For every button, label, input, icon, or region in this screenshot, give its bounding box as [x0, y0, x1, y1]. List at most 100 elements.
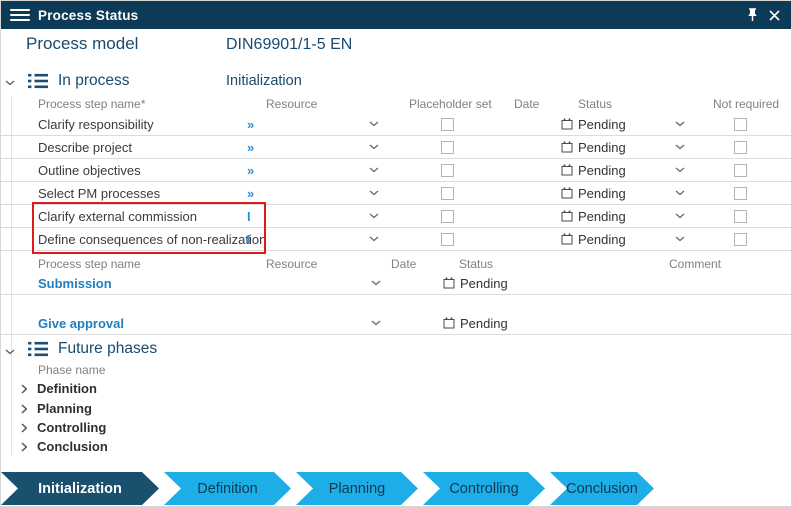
- placeholder-set-checkbox[interactable]: [441, 232, 454, 246]
- placeholder-set-checkbox[interactable]: [441, 186, 454, 200]
- resource-link[interactable]: »: [247, 182, 254, 204]
- ribbon-segment-controlling[interactable]: Controlling: [423, 472, 545, 505]
- phase-row: Controlling: [1, 418, 301, 437]
- collapse-chevron-icon[interactable]: [5, 346, 19, 358]
- not-required-checkbox[interactable]: [734, 163, 747, 177]
- col-header-step-name: Process step name*: [38, 97, 146, 111]
- resource-link[interactable]: I: [247, 205, 251, 227]
- placeholder-set-checkbox[interactable]: [441, 140, 454, 154]
- status-value: Pending: [578, 162, 626, 178]
- expand-chevron-icon[interactable]: [21, 403, 28, 414]
- status-value: Pending: [578, 231, 626, 247]
- chevron-down-icon[interactable]: [369, 159, 379, 181]
- list-icon: [28, 73, 48, 94]
- calendar-icon[interactable]: [561, 118, 573, 130]
- status-value: Pending: [578, 139, 626, 155]
- expand-chevron-icon[interactable]: [21, 441, 28, 452]
- process-status-panel: Process Status Process model DIN69901/1-…: [0, 0, 792, 507]
- process-step-name: Outline objectives: [38, 162, 141, 178]
- chevron-down-icon[interactable]: [369, 228, 379, 250]
- process-model-value: DIN69901/1-5 EN: [226, 36, 353, 53]
- process-step-name: Clarify responsibility: [38, 116, 154, 132]
- phase-ribbon: Initialization Definition Planning Contr…: [1, 472, 792, 505]
- close-icon[interactable]: [763, 4, 785, 26]
- chevron-down-icon[interactable]: [369, 136, 379, 158]
- ribbon-segment-initialization[interactable]: Initialization: [1, 472, 159, 505]
- col-header-phase-name: Phase name: [38, 363, 106, 377]
- expand-chevron-icon[interactable]: [21, 383, 28, 394]
- table-row: Describe project » Pending: [1, 136, 791, 159]
- calendar-icon[interactable]: [561, 187, 573, 199]
- col-header-date: Date: [514, 97, 540, 111]
- window-title: Process Status: [38, 7, 139, 23]
- chevron-down-icon[interactable]: [675, 113, 685, 135]
- process-step-name: Define consequences of non-realization: [38, 231, 267, 247]
- ribbon-segment-definition[interactable]: Definition: [164, 472, 291, 505]
- phase-row: Definition: [1, 379, 301, 398]
- process-step-name: Select PM processes: [38, 185, 161, 201]
- resource-link[interactable]: »: [247, 136, 254, 158]
- pin-icon[interactable]: [741, 4, 763, 26]
- submission-link[interactable]: Submission: [38, 272, 112, 294]
- col-header-status: Status: [459, 257, 494, 271]
- chevron-down-icon[interactable]: [675, 182, 685, 204]
- col-header-status: Status: [578, 97, 613, 111]
- chevron-down-icon[interactable]: [675, 136, 685, 158]
- process-step-name: Clarify external commission: [38, 208, 197, 224]
- chevron-down-icon[interactable]: [369, 113, 379, 135]
- expand-chevron-icon[interactable]: [21, 422, 28, 433]
- section-title-in-process: In process: [58, 72, 130, 89]
- placeholder-set-checkbox[interactable]: [441, 117, 454, 131]
- col-header-not-required: Not required: [713, 97, 780, 111]
- calendar-icon[interactable]: [561, 233, 573, 245]
- calendar-icon[interactable]: [443, 277, 455, 289]
- status-value: Pending: [460, 275, 508, 291]
- col-header-step-name: Process step name: [38, 257, 141, 271]
- phase-name: Controlling: [37, 420, 107, 435]
- calendar-icon[interactable]: [443, 317, 455, 329]
- chevron-down-icon[interactable]: [369, 205, 379, 227]
- table-row: Submission Pending: [1, 272, 791, 295]
- list-icon: [28, 341, 48, 362]
- col-header-comment: Comment: [669, 257, 722, 271]
- placeholder-set-checkbox[interactable]: [441, 163, 454, 177]
- not-required-checkbox[interactable]: [734, 140, 747, 154]
- col-header-resource: Resource: [266, 97, 318, 111]
- title-bar: Process Status: [1, 1, 791, 29]
- table-row-highlighted: Clarify external commission I Pending: [1, 205, 791, 228]
- col-header-placeholder-set: Placeholder set: [409, 97, 492, 111]
- current-phase-label: Initialization: [226, 73, 302, 89]
- give-approval-link[interactable]: Give approval: [38, 312, 124, 334]
- not-required-checkbox[interactable]: [734, 232, 747, 246]
- chevron-down-icon[interactable]: [371, 312, 381, 334]
- resource-link[interactable]: »: [247, 113, 254, 135]
- table-row: Outline objectives » Pending: [1, 159, 791, 182]
- status-value: Pending: [578, 185, 626, 201]
- not-required-checkbox[interactable]: [734, 117, 747, 131]
- resource-link[interactable]: I: [247, 228, 251, 250]
- col-header-resource: Resource: [266, 257, 318, 271]
- table-row: Give approval Pending: [1, 312, 791, 335]
- chevron-down-icon[interactable]: [675, 159, 685, 181]
- calendar-icon[interactable]: [561, 210, 573, 222]
- menu-icon[interactable]: [10, 8, 30, 22]
- chevron-down-icon[interactable]: [675, 205, 685, 227]
- chevron-down-icon[interactable]: [369, 182, 379, 204]
- calendar-icon[interactable]: [561, 141, 573, 153]
- phase-name: Conclusion: [37, 439, 108, 454]
- phase-row: Conclusion: [1, 437, 301, 456]
- calendar-icon[interactable]: [561, 164, 573, 176]
- placeholder-set-checkbox[interactable]: [441, 209, 454, 223]
- section-title-future-phases: Future phases: [58, 340, 158, 357]
- chevron-down-icon[interactable]: [371, 272, 381, 294]
- not-required-checkbox[interactable]: [734, 186, 747, 200]
- collapse-chevron-icon[interactable]: [5, 77, 19, 89]
- not-required-checkbox[interactable]: [734, 209, 747, 223]
- ribbon-segment-planning[interactable]: Planning: [296, 472, 418, 505]
- phase-row: Planning: [1, 399, 301, 418]
- process-model-label: Process model: [26, 34, 139, 53]
- resource-link[interactable]: »: [247, 159, 254, 181]
- ribbon-segment-conclusion[interactable]: Conclusion: [550, 472, 654, 505]
- chevron-down-icon[interactable]: [675, 228, 685, 250]
- col-header-date: Date: [391, 257, 417, 271]
